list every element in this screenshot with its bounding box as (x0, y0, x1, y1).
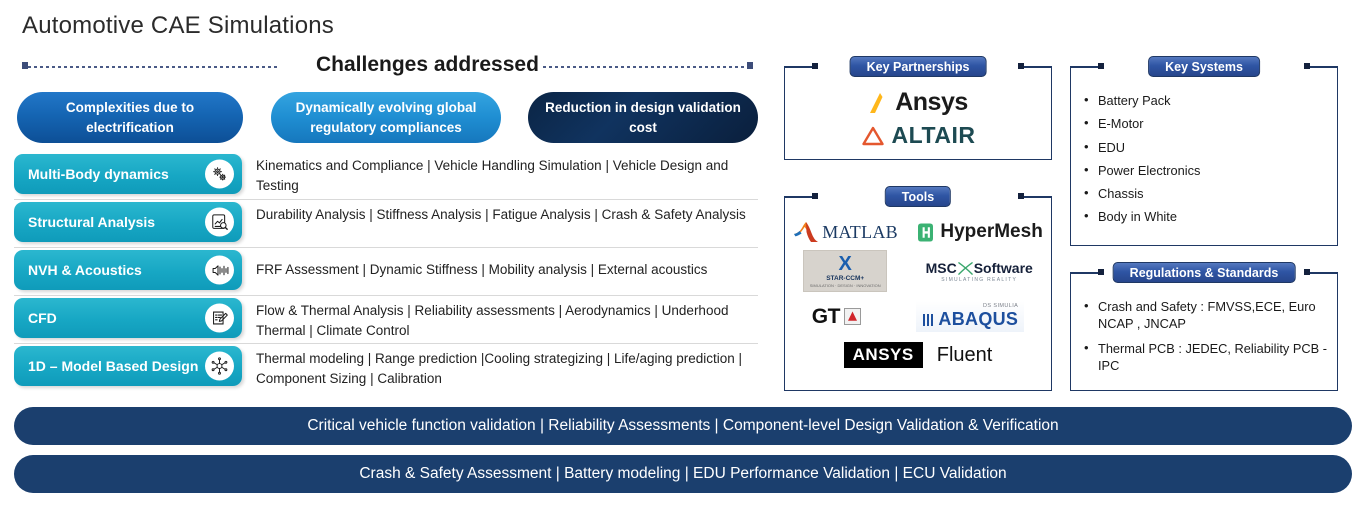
msc-wordmark: MSC (925, 260, 957, 276)
regulations-list: Crash and Safety : FMVSS,ECE, Euro NCAP … (1084, 297, 1328, 375)
discipline-tag-nvh-acoustics[interactable]: NVH & Acoustics (14, 250, 242, 290)
abaqus-wordmark: ABAQUS (938, 309, 1019, 329)
row-divider (14, 343, 758, 344)
gt-logo: GT (812, 305, 861, 329)
discipline-description: FRF Assessment | Dynamic Stiffness | Mob… (256, 262, 708, 277)
speaker-waveform-icon (205, 255, 234, 285)
list-item: Power Electronics (1084, 161, 1338, 179)
altair-wordmark: ALTAIR (891, 122, 976, 148)
list-item: Chassis (1084, 184, 1338, 202)
discipline-label: CFD (28, 310, 57, 326)
row-divider (14, 199, 758, 200)
dotted-rule-right (543, 66, 753, 68)
hypermesh-logo: HyperMesh (916, 221, 1043, 243)
discipline-description: Thermal modeling | Range prediction |Coo… (256, 351, 743, 386)
hypermesh-wordmark: HyperMesh (940, 221, 1043, 242)
discipline-label: Structural Analysis (28, 214, 156, 230)
panel-title-key-systems: Key Systems (1148, 56, 1260, 77)
altair-mark-icon (861, 126, 884, 145)
bracket-knob-left (1098, 63, 1104, 69)
bracket-knob-left (812, 63, 818, 69)
list-item: Crash and Safety : FMVSS,ECE, Euro NCAP … (1084, 297, 1328, 333)
gears-icon (205, 159, 234, 189)
panel-body: MATLAB HyperMesh X STAR-CCM+ SIMULATION … (784, 214, 1052, 387)
row-divider (14, 295, 758, 296)
discipline-label: 1D – Model Based Design (28, 358, 199, 374)
ansys-badge: ANSYS (843, 342, 923, 368)
msc-swoosh-icon (957, 261, 973, 275)
discipline-tag-structural-analysis[interactable]: Structural Analysis (14, 202, 242, 242)
bracket-knob-left (812, 193, 818, 199)
panel-body: Battery Pack E-Motor EDU Power Electroni… (1070, 84, 1338, 242)
ansys-mark-icon (870, 92, 883, 113)
panel-title-tools: Tools (884, 186, 952, 207)
ansys-fluent-logo: ANSYS Fluent (784, 342, 1052, 368)
chart-magnifier-icon (205, 207, 234, 237)
discipline-label: NVH & Acoustics (28, 262, 142, 278)
bracket-knob-right (1304, 63, 1310, 69)
list-item: Thermal PCB : JEDEC, Reliability PCB - I… (1084, 339, 1328, 375)
dotted-rule-right-cap (747, 62, 753, 69)
list-item: Body in White (1084, 207, 1338, 225)
star-ccm-logo: X STAR-CCM+ SIMULATION · DESIGN · INNOVA… (803, 250, 888, 292)
panel-title-key-partnerships: Key Partnerships (849, 56, 987, 77)
bracket-knob-right (1304, 269, 1310, 275)
msc-software-logo: MSC Software SIMULATING REALITY (926, 260, 1033, 283)
panel-body: Crash and Safety : FMVSS,ECE, Euro NCAP … (1070, 290, 1338, 387)
challenges-addressed-heading: Challenges addressed (316, 53, 539, 76)
discipline-tag-multi-body-dynamics[interactable]: Multi-Body dynamics (14, 154, 242, 194)
msc-tagline: SIMULATING REALITY (941, 276, 1018, 283)
gt-wordmark: GT (811, 304, 841, 328)
bracket-knob-left (1098, 269, 1104, 275)
slide-canvas: Automotive CAE Simulations Challenges ad… (0, 0, 1366, 506)
star-ccm-mark: X (838, 253, 852, 275)
discipline-tag-1d-model-based-design[interactable]: 1D – Model Based Design (14, 346, 242, 386)
panel-key-systems: Key Systems Battery Pack E-Motor EDU Pow… (1070, 56, 1338, 246)
panel-regulations-standards: Regulations & Standards Crash and Safety… (1070, 262, 1338, 391)
fluent-wordmark: Fluent (936, 343, 993, 366)
matlab-mark-icon (794, 222, 819, 242)
star-ccm-tagline: SIMULATION · DESIGN · INNOVATION (809, 283, 881, 288)
panel-key-partnerships: Key Partnerships Ansys ALTAIR (784, 56, 1052, 160)
clipboard-pencil-icon (205, 303, 234, 333)
dotted-rule-left (22, 66, 280, 68)
banner-assessment: Crash & Safety Assessment | Battery mode… (14, 455, 1352, 493)
panel-body: Ansys ALTAIR (784, 84, 1052, 156)
ansys-logo: Ansys (784, 88, 1052, 117)
page-title: Automotive CAE Simulations (22, 12, 334, 39)
abaqus-logo: DS SIMULIA ABAQUS (916, 301, 1025, 332)
discipline-tag-cfd[interactable]: CFD (14, 298, 242, 338)
discipline-description: Kinematics and Compliance | Vehicle Hand… (256, 158, 729, 193)
bracket-knob-right (1018, 63, 1024, 69)
node-network-icon (205, 351, 234, 381)
altair-logo: ALTAIR (784, 122, 1052, 149)
hypermesh-mark-icon (918, 223, 934, 241)
discipline-label: Multi-Body dynamics (28, 166, 169, 182)
bracket-knob-right (1018, 193, 1024, 199)
key-systems-list: Battery Pack E-Motor EDU Power Electroni… (1084, 91, 1338, 226)
software-wordmark: Software (973, 260, 1033, 276)
banner-validation: Critical vehicle function validation | R… (14, 407, 1352, 445)
ansys-badge-text: ANSYS (852, 345, 914, 364)
list-item: Battery Pack (1084, 91, 1338, 109)
challenge-pill-regulatory[interactable]: Dynamically evolving global regulatory c… (271, 92, 501, 143)
list-item: E-Motor (1084, 114, 1338, 132)
panel-tools: Tools MATLAB HyperMesh X STAR-CCM+ SIMUL… (784, 186, 1052, 391)
list-item: EDU (1084, 138, 1338, 156)
panel-title-regulations-standards: Regulations & Standards (1112, 262, 1296, 283)
discipline-description: Flow & Thermal Analysis | Reliability as… (256, 303, 729, 338)
discipline-description: Durability Analysis | Stiffness Analysis… (256, 207, 746, 222)
ansys-wordmark: Ansys (895, 88, 968, 116)
star-ccm-wordmark: STAR-CCM+ (826, 275, 865, 282)
matlab-logo: MATLAB (793, 221, 898, 243)
abaqus-mark-icon (923, 313, 934, 326)
dotted-rule-left-cap (22, 62, 28, 69)
challenge-pill-electrification[interactable]: Complexities due to electrification (17, 92, 243, 143)
matlab-wordmark: MATLAB (822, 221, 898, 242)
row-divider (14, 247, 758, 248)
challenge-pill-validation-cost[interactable]: Reduction in design validation cost (528, 92, 758, 143)
gt-mark-icon (843, 308, 861, 325)
